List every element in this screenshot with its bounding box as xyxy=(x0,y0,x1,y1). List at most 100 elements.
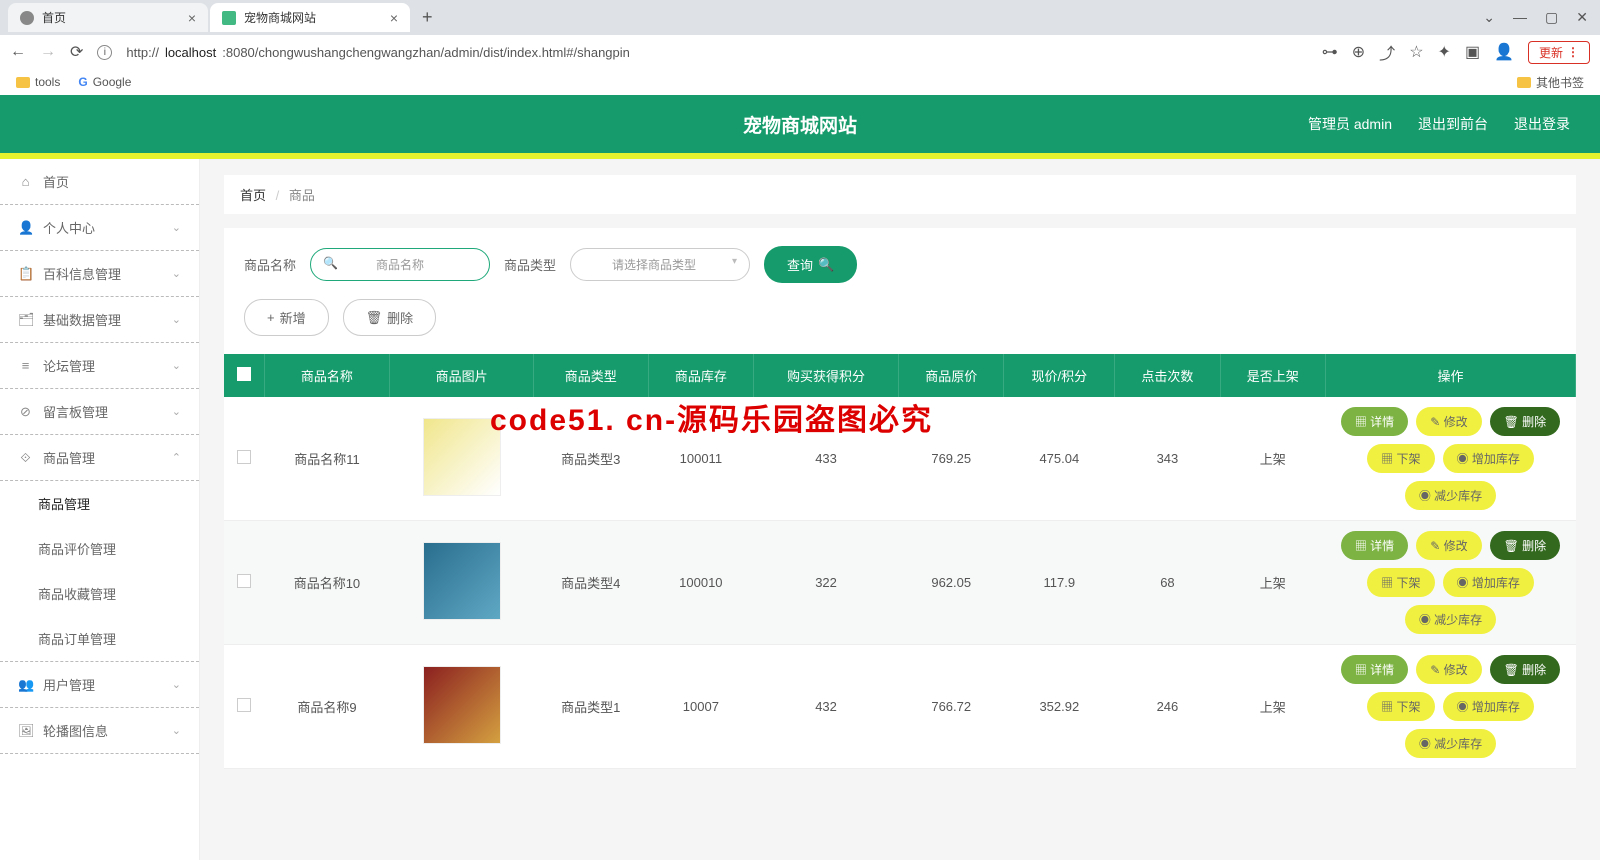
add-stock-button[interactable]: ◉ 增加库存 xyxy=(1443,444,1534,473)
extensions-icon[interactable]: ✦ xyxy=(1438,42,1451,62)
cell-clicks: 246 xyxy=(1115,645,1220,769)
gtranslate-icon[interactable]: ⊕ xyxy=(1352,42,1365,62)
profile-icon[interactable]: 👤 xyxy=(1494,42,1514,62)
plus-icon: + xyxy=(267,310,275,325)
address-bar: ← → ⟳ i http://localhost:8080/chongwusha… xyxy=(0,35,1600,69)
share-icon[interactable]: ⤴ xyxy=(1379,40,1395,64)
product-image[interactable] xyxy=(423,542,501,620)
search-icon: 🔍 xyxy=(323,256,338,270)
browser-tab-app[interactable]: 宠物商城网站 × xyxy=(210,3,410,32)
sidebar-item-wiki[interactable]: 📋百科信息管理⌄ xyxy=(0,251,199,297)
bookmark-other[interactable]: 其他书签 xyxy=(1517,74,1584,91)
delete-row-button[interactable]: 🗑 删除 xyxy=(1490,407,1561,436)
product-image[interactable] xyxy=(423,666,501,744)
minimize-icon[interactable]: — xyxy=(1513,9,1527,26)
edit-button[interactable]: ✎ 修改 xyxy=(1416,531,1481,560)
reload-icon[interactable]: ⟳ xyxy=(70,42,83,62)
sidebar-sub-product-favorites[interactable]: 商品收藏管理 xyxy=(0,571,199,616)
bookmark-tools[interactable]: tools xyxy=(16,75,60,89)
url-input[interactable]: http://localhost:8080/chongwushangchengw… xyxy=(126,45,1307,60)
close-window-icon[interactable]: ✕ xyxy=(1576,9,1588,26)
edit-button[interactable]: ✎ 修改 xyxy=(1416,407,1481,436)
sidebar-item-guestbook[interactable]: ⊘留言板管理⌄ xyxy=(0,389,199,435)
chevron-down-icon: ⌄ xyxy=(172,359,181,372)
admin-label[interactable]: 管理员 admin xyxy=(1308,114,1392,134)
edit-button[interactable]: ✎ 修改 xyxy=(1416,655,1481,684)
row-checkbox[interactable] xyxy=(237,450,251,464)
to-frontend-link[interactable]: 退出到前台 xyxy=(1418,114,1488,134)
bookmark-google[interactable]: GGoogle xyxy=(78,75,131,89)
breadcrumb-home[interactable]: 首页 xyxy=(240,188,266,203)
delete-button[interactable]: 🗑删除 xyxy=(343,299,437,336)
maximize-icon[interactable]: ▢ xyxy=(1545,9,1558,26)
sidebar-sub-product-orders[interactable]: 商品订单管理 xyxy=(0,616,199,662)
trash-icon: 🗑 xyxy=(366,310,383,326)
add-stock-button[interactable]: ◉ 增加库存 xyxy=(1443,692,1534,721)
cell-points: 433 xyxy=(754,397,899,521)
detail-button[interactable]: ▦ 详情 xyxy=(1341,407,1408,436)
delete-row-button[interactable]: 🗑 删除 xyxy=(1490,531,1561,560)
th-type: 商品类型 xyxy=(533,354,648,397)
product-type-select[interactable]: 请选择商品类型 ▾ xyxy=(570,248,750,281)
update-button[interactable]: 更新⋮ xyxy=(1528,41,1590,64)
off-shelf-button[interactable]: ▦ 下架 xyxy=(1367,568,1434,597)
product-table: 商品名称 商品图片 商品类型 商品库存 购买获得积分 商品原价 现价/积分 点击… xyxy=(224,354,1576,769)
detail-button[interactable]: ▦ 详情 xyxy=(1341,655,1408,684)
sidebar-sub-product-reviews[interactable]: 商品评价管理 xyxy=(0,526,199,571)
key-icon[interactable]: ⊶ xyxy=(1322,42,1338,62)
cell-image xyxy=(390,645,533,769)
add-stock-button[interactable]: ◉ 增加库存 xyxy=(1443,568,1534,597)
sidebar-label: 首页 xyxy=(43,172,69,191)
sidebar-item-products[interactable]: ⟐商品管理⌃ xyxy=(0,435,199,481)
search-button[interactable]: 查询🔍 xyxy=(764,246,857,283)
sidebar-sub-product-mgmt[interactable]: 商品管理 xyxy=(0,481,199,526)
cell-onshelf: 上架 xyxy=(1220,645,1325,769)
sidebar-item-forum[interactable]: ≡论坛管理⌄ xyxy=(0,343,199,389)
detail-button[interactable]: ▦ 详情 xyxy=(1341,531,1408,560)
delete-row-button[interactable]: 🗑 删除 xyxy=(1490,655,1561,684)
back-icon[interactable]: ← xyxy=(10,43,26,61)
reduce-stock-button[interactable]: ◉ 减少库存 xyxy=(1405,481,1496,510)
chevron-down-icon[interactable]: ⌄ xyxy=(1483,9,1495,26)
row-checkbox[interactable] xyxy=(237,698,251,712)
cell-name: 商品名称9 xyxy=(264,645,390,769)
star-icon[interactable]: ☆ xyxy=(1409,42,1423,62)
cell-stock: 10007 xyxy=(648,645,753,769)
filter-type-label: 商品类型 xyxy=(504,255,556,274)
forward-icon[interactable]: → xyxy=(40,43,56,61)
off-shelf-button[interactable]: ▦ 下架 xyxy=(1367,692,1434,721)
add-button[interactable]: +新增 xyxy=(244,299,329,336)
off-shelf-button[interactable]: ▦ 下架 xyxy=(1367,444,1434,473)
reduce-stock-button[interactable]: ◉ 减少库存 xyxy=(1405,729,1496,758)
th-stock: 商品库存 xyxy=(648,354,753,397)
th-image: 商品图片 xyxy=(390,354,533,397)
cell-type: 商品类型4 xyxy=(533,521,648,645)
product-name-input[interactable]: 🔍 商品名称 xyxy=(310,248,490,281)
logout-link[interactable]: 退出登录 xyxy=(1514,114,1570,134)
search-icon: 🔍 xyxy=(818,257,834,273)
sidebar-item-basedata[interactable]: 🗂基础数据管理⌄ xyxy=(0,297,199,343)
window-controls: ⌄ — ▢ ✕ xyxy=(1483,9,1600,26)
product-image[interactable] xyxy=(423,418,501,496)
clipboard-icon: 📋 xyxy=(18,266,33,282)
new-tab-button[interactable]: + xyxy=(412,3,443,32)
close-icon[interactable]: × xyxy=(390,10,398,26)
browser-chrome: 首页 × 宠物商城网站 × + ⌄ — ▢ ✕ ← → ⟳ i http://l… xyxy=(0,0,1600,95)
sidepanel-icon[interactable]: ▣ xyxy=(1465,42,1480,62)
sidebar-item-carousel[interactable]: 🖼轮播图信息⌄ xyxy=(0,708,199,754)
select-all-checkbox[interactable] xyxy=(237,367,251,381)
url-host: localhost xyxy=(165,45,216,60)
th-checkbox xyxy=(224,354,264,397)
row-checkbox[interactable] xyxy=(237,574,251,588)
close-icon[interactable]: × xyxy=(188,10,196,26)
sidebar-item-users[interactable]: 👥用户管理⌄ xyxy=(0,662,199,708)
cell-orig: 766.72 xyxy=(899,645,1004,769)
info-icon[interactable]: i xyxy=(97,45,112,60)
sidebar-item-personal[interactable]: 👤个人中心⌄ xyxy=(0,205,199,251)
browser-tab-home[interactable]: 首页 × xyxy=(8,3,208,32)
cell-onshelf: 上架 xyxy=(1220,397,1325,521)
reduce-stock-button[interactable]: ◉ 减少库存 xyxy=(1405,605,1496,634)
sidebar-home[interactable]: ⌂ 首页 xyxy=(0,159,199,205)
cell-points: 432 xyxy=(754,645,899,769)
cell-type: 商品类型3 xyxy=(533,397,648,521)
